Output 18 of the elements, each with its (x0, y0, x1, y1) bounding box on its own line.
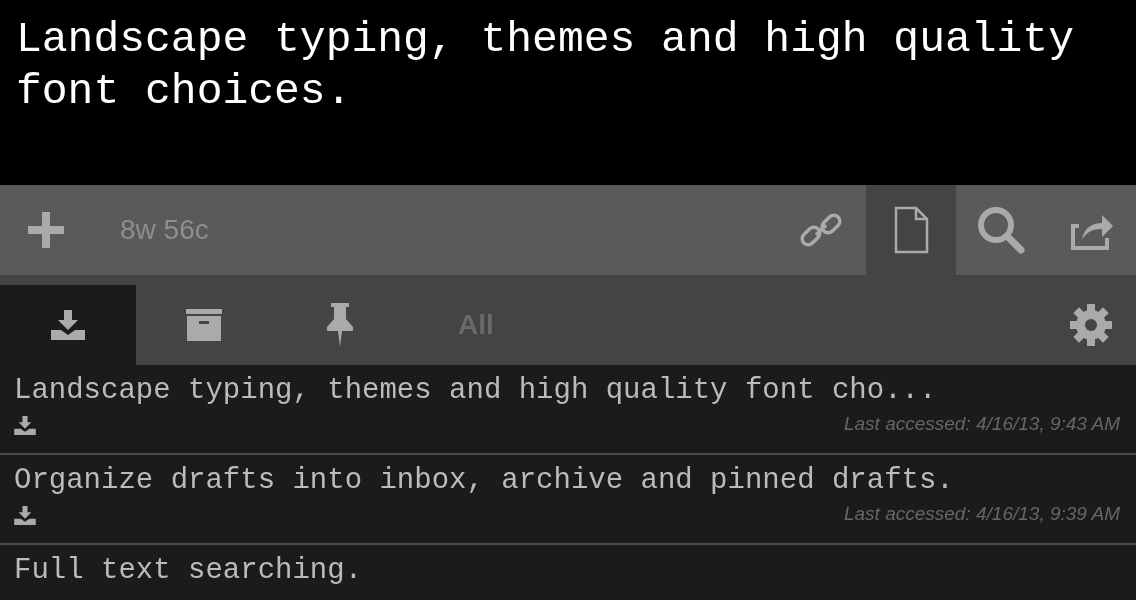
draft-title: Organize drafts into inbox, archive and pinned drafts. (14, 463, 955, 499)
last-accessed-text: Last accessed: 4/16/13, 9:43 AM (843, 413, 1120, 435)
draft-title: Landscape typing, themes and high quality font cho... (14, 373, 938, 409)
settings-icon (1069, 303, 1113, 347)
download-tray-icon (14, 416, 36, 435)
download-tray-icon (14, 506, 36, 525)
last-accessed-text: Last accessed: 4/16/13, 9:39 AM (843, 503, 1120, 525)
search-icon (976, 205, 1026, 255)
document-button[interactable] (866, 185, 956, 275)
inbox-tab[interactable] (0, 285, 136, 365)
draft-title: Full text searching. (14, 553, 364, 589)
note-text: Landscape typing, themes and high quality font choices. (16, 14, 1075, 118)
archive-box-icon (186, 309, 222, 341)
draft-row[interactable]: Organize drafts into inbox, archive and pinned drafts. Last accessed: 4/16/13, 9:39 AM (0, 455, 1136, 545)
draft-row[interactable]: Landscape typing, themes and high quality font cho... Last accessed: 4/16/13, 9:43 AM (0, 365, 1136, 455)
plus-icon (26, 210, 66, 250)
draft-row[interactable]: Full text searching. (0, 545, 1136, 600)
download-tray-icon (51, 310, 85, 340)
